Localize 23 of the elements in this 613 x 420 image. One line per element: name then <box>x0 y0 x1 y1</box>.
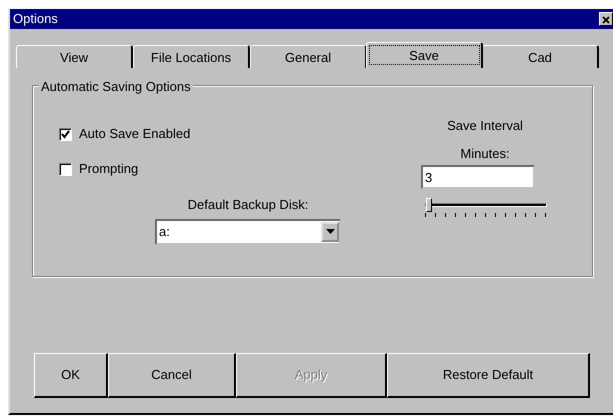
field-label: Save Interval <box>446 117 524 135</box>
slider-thumb[interactable] <box>426 198 432 212</box>
dialog-button[interactable]: OK <box>34 353 108 398</box>
checkbox[interactable] <box>59 162 72 176</box>
dropdown-field[interactable]: a: <box>155 218 341 244</box>
tab[interactable]: File Locations <box>133 45 250 68</box>
tab[interactable]: View <box>16 45 133 68</box>
checkbox[interactable] <box>59 128 72 140</box>
window-title: Options <box>13 10 58 28</box>
caret-icon <box>326 229 334 234</box>
field-label: Minutes: <box>459 144 511 162</box>
checkbox-label[interactable]: Prompting <box>79 159 138 179</box>
dialog-button[interactable]: Cancel <box>108 353 236 398</box>
tab[interactable]: General <box>250 45 367 68</box>
close-icon <box>602 16 610 24</box>
field-label: Default Backup Disk: <box>186 196 310 214</box>
checkbox-label[interactable]: Auto Save Enabled <box>79 124 190 144</box>
minutes-field[interactable]: 3 <box>421 165 535 189</box>
dropdown-button[interactable] <box>321 222 339 242</box>
tab[interactable]: Save <box>366 42 483 68</box>
dialog-button[interactable]: Restore Default <box>387 353 590 398</box>
tab[interactable]: Cad <box>482 45 599 68</box>
close-button[interactable] <box>599 12 613 26</box>
